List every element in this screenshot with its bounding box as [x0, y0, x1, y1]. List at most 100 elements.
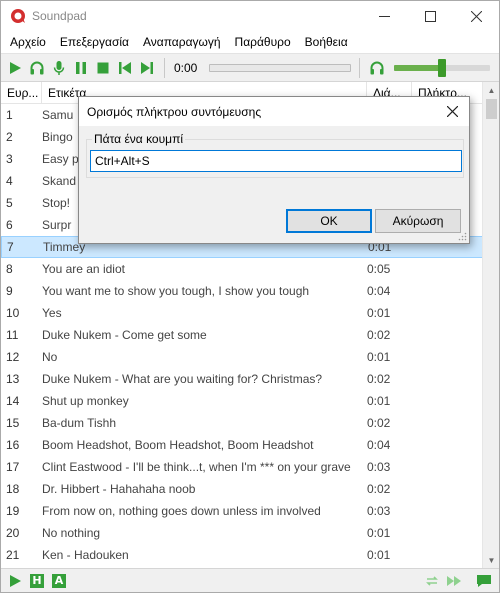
hotkey-dialog: Ορισμός πλήκτρου συντόμευσης Πάτα ένα κο…	[78, 96, 470, 244]
menu-bar: Αρχείο Επεξεργασία Αναπαραγωγή Παράθυρο …	[1, 31, 499, 53]
close-button[interactable]	[453, 1, 499, 31]
pause-icon	[76, 61, 86, 74]
row-duration: 0:01	[367, 526, 391, 540]
toolbar: 0:00	[1, 53, 499, 81]
resize-grip-icon[interactable]	[458, 232, 467, 241]
menu-playback[interactable]: Αναπαραγωγή	[136, 35, 228, 49]
row-index: 3	[6, 152, 13, 166]
volume-thumb[interactable]	[438, 58, 446, 77]
maximize-button[interactable]	[407, 1, 453, 31]
row-label: Yes	[42, 306, 62, 320]
table-row[interactable]: 11 Duke Nukem - Come get some 0:02	[1, 324, 499, 346]
title-bar: Soundpad	[1, 1, 499, 31]
toolbar-separator	[359, 57, 360, 78]
previous-button[interactable]	[114, 57, 136, 79]
row-index: 4	[6, 174, 13, 188]
table-row[interactable]: 8 You are an idiot 0:05	[1, 258, 499, 280]
table-row[interactable]: 19 From now on, nothing goes down unless …	[1, 500, 499, 522]
row-index: 15	[6, 416, 20, 430]
row-index: 19	[6, 504, 20, 518]
ok-button[interactable]: OK	[286, 209, 372, 233]
microphone-icon	[53, 60, 65, 75]
row-duration: 0:02	[367, 328, 391, 342]
chat-button[interactable]	[473, 571, 495, 591]
dialog-close-button[interactable]	[436, 97, 469, 126]
hotkey-input[interactable]	[90, 150, 462, 172]
row-index: 11	[6, 328, 19, 342]
row-index: 5	[6, 196, 13, 210]
row-duration: 0:01	[367, 548, 391, 562]
chat-icon	[477, 575, 491, 587]
play-microphone-button[interactable]	[48, 57, 70, 79]
hotkey-group: Πάτα ένα κουμπί	[86, 132, 464, 178]
row-index: 14	[6, 394, 20, 408]
soundpad-logo-icon	[11, 9, 25, 23]
row-index: 12	[6, 350, 20, 364]
table-row[interactable]: 18 Dr. Hibbert - Hahahaha noob 0:02	[1, 478, 499, 500]
menu-edit[interactable]: Επεξεργασία	[53, 35, 136, 49]
row-index: 17	[6, 460, 20, 474]
row-label: No nothing	[42, 526, 101, 540]
menu-file[interactable]: Αρχείο	[3, 35, 53, 49]
row-label: You are an idiot	[42, 262, 125, 276]
menu-help[interactable]: Βοήθεια	[298, 35, 355, 49]
row-duration: 0:03	[367, 460, 391, 474]
toolbar-separator	[164, 57, 165, 78]
play-headphones-button[interactable]	[26, 57, 48, 79]
row-duration: 0:01	[367, 350, 391, 364]
row-label: Ken - Hadouken	[42, 548, 129, 562]
play-icon	[10, 574, 21, 587]
stop-icon	[97, 62, 109, 73]
scroll-up-button[interactable]: ▲	[483, 82, 500, 99]
column-header-index[interactable]: Ευρ...	[1, 82, 42, 103]
headphones-volume-icon	[370, 61, 384, 74]
dialog-title-bar: Ορισμός πλήκτρου συντόμευσης	[79, 97, 469, 126]
auto-toggle-button[interactable]: A	[48, 571, 70, 591]
status-play-button[interactable]	[4, 571, 26, 591]
row-index: 18	[6, 482, 20, 496]
volume-slider[interactable]	[394, 58, 490, 77]
menu-window[interactable]: Παράθυρο	[228, 35, 298, 49]
repeat-button[interactable]	[421, 571, 443, 591]
row-index: 2	[6, 130, 13, 144]
row-duration: 0:03	[367, 504, 391, 518]
table-row[interactable]: 10 Yes 0:01	[1, 302, 499, 324]
headphones-icon	[30, 61, 44, 74]
time-display: 0:00	[174, 60, 198, 75]
table-row[interactable]: 21 Ken - Hadouken 0:01	[1, 544, 499, 566]
scroll-down-button[interactable]: ▼	[483, 552, 500, 569]
table-row[interactable]: 12 No 0:01	[1, 346, 499, 368]
vertical-scrollbar[interactable]: ▲ ▼	[482, 82, 499, 569]
row-duration: 0:04	[367, 438, 391, 452]
cancel-button[interactable]: Ακύρωση	[375, 209, 461, 233]
next-button[interactable]	[136, 57, 158, 79]
row-index: 16	[6, 438, 20, 452]
row-label: Clint Eastwood - I'll be think...t, when…	[42, 460, 351, 474]
headphones-volume-button[interactable]	[366, 57, 388, 79]
play-button[interactable]	[4, 57, 26, 79]
row-label: Boom Headshot, Boom Headshot, Boom Heads…	[42, 438, 314, 452]
hotkey-group-label: Πάτα ένα κουμπί	[92, 132, 186, 146]
table-row[interactable]: 20 No nothing 0:01	[1, 522, 499, 544]
fast-forward-button[interactable]	[443, 571, 465, 591]
row-label: From now on, nothing goes down unless im…	[42, 504, 321, 518]
pause-button[interactable]	[70, 57, 92, 79]
table-row[interactable]: 14 Shut up monkey 0:01	[1, 390, 499, 412]
table-row[interactable]: 15 Ba-dum Tishh 0:02	[1, 412, 499, 434]
table-row[interactable]: 17 Clint Eastwood - I'll be think...t, wh…	[1, 456, 499, 478]
row-label: Ba-dum Tishh	[42, 416, 117, 430]
volume-fill	[394, 64, 442, 71]
scrollbar-thumb[interactable]	[486, 99, 497, 119]
table-row[interactable]: 13 Duke Nukem - What are you waiting for?…	[1, 368, 499, 390]
row-index: 6	[6, 218, 13, 232]
row-index: 9	[6, 284, 13, 298]
minimize-button[interactable]	[361, 1, 407, 31]
seek-bar[interactable]	[209, 63, 351, 72]
table-row[interactable]: 9 You want me to show you tough, I show y…	[1, 280, 499, 302]
hotkeys-toggle-button[interactable]: H	[26, 571, 48, 591]
stop-button[interactable]	[92, 57, 114, 79]
a-icon: A	[52, 573, 66, 588]
table-row[interactable]: 16 Boom Headshot, Boom Headshot, Boom Hea…	[1, 434, 499, 456]
row-index: 1	[6, 108, 13, 122]
soundpad-window: Soundpad Αρχείο Επεξεργασία Αναπαραγωγή …	[0, 0, 500, 593]
